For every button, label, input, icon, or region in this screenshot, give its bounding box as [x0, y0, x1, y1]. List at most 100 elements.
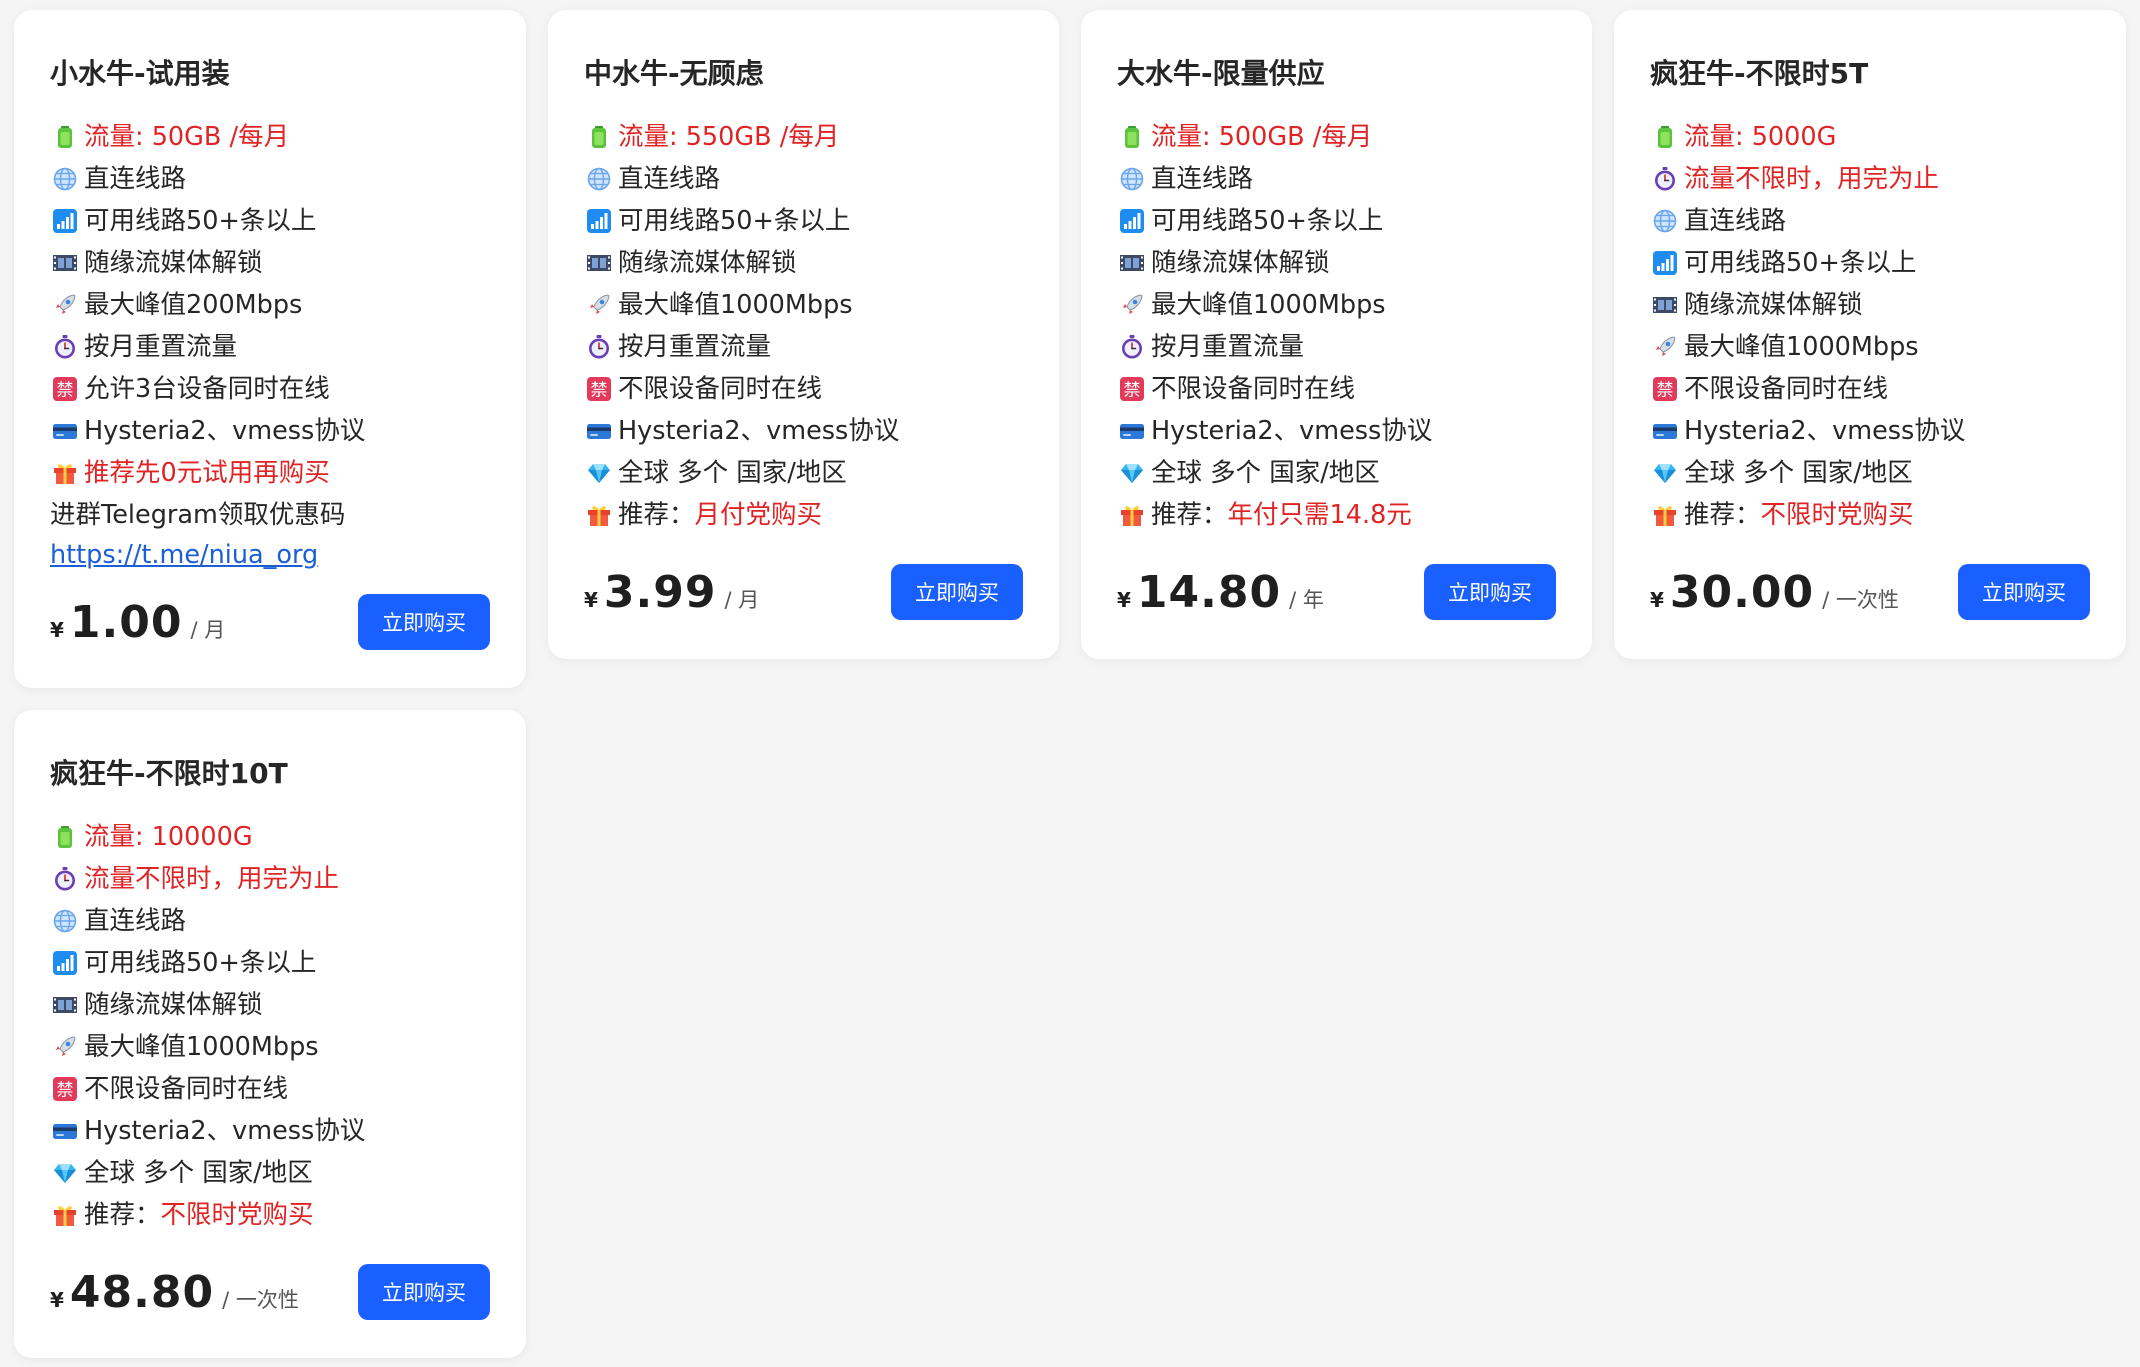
- feature-text: 最大峰值1000Mbps: [618, 284, 853, 326]
- feature-text: 直连线路: [1684, 200, 1786, 242]
- gift-icon: [1650, 500, 1680, 530]
- buy-now-button[interactable]: 立即购买: [358, 1264, 490, 1320]
- plan-card-4: 疯狂牛-不限时5T 流量: 5000G 流量不限时，用完为止 直连线路 可用线路50+…: [1614, 10, 2126, 659]
- plan-card-5: 疯狂牛-不限时10T 流量: 10000G 流量不限时，用完为止 直连线路 可用线路5…: [14, 710, 526, 1358]
- feature-label: 随缘流媒体解锁: [618, 248, 797, 278]
- feature-label: 最大峰值1000Mbps: [84, 1032, 319, 1062]
- battery-icon: [50, 822, 80, 852]
- feature-text: 流量: 500GB /每月: [1151, 116, 1372, 158]
- feature-label: 最大峰值1000Mbps: [1151, 290, 1386, 320]
- film-icon: [50, 990, 80, 1020]
- feature-text: 按月重置流量: [84, 326, 237, 368]
- feature-label: 流量: 550GB /每月: [618, 122, 840, 152]
- stopwatch-icon: [1650, 164, 1680, 194]
- feature-item: 按月重置流量: [50, 326, 490, 368]
- stopwatch-icon: [584, 332, 614, 362]
- feature-text: 随缘流媒体解锁: [1151, 242, 1330, 284]
- feature-label: 全球 多个 国家/地区: [1684, 458, 1913, 488]
- feature-item: 随缘流媒体解锁: [1117, 242, 1556, 284]
- price-period: / 年: [1289, 587, 1324, 612]
- feature-label: 推荐：: [1151, 500, 1228, 530]
- feature-item: 按月重置流量: [1117, 326, 1556, 368]
- svg-text:禁: 禁: [57, 1081, 74, 1101]
- plan-title: 中水牛-无顾虑: [584, 57, 764, 90]
- feature-text: 推荐先0元试用再购买: [84, 452, 330, 494]
- feature-item: 最大峰值1000Mbps: [1650, 326, 2090, 368]
- feature-text: 可用线路50+条以上: [618, 200, 850, 242]
- stopwatch-icon: [1117, 332, 1147, 362]
- recommendation-highlight: 不限时党购买: [1760, 500, 1914, 530]
- telegram-note: 进群Telegram领取优惠码: [50, 500, 346, 530]
- battery-icon: [1650, 122, 1680, 152]
- feature-label: 可用线路50+条以上: [1151, 206, 1384, 236]
- feature-item: 随缘流媒体解锁: [50, 242, 490, 284]
- gem-icon: [1117, 458, 1147, 488]
- buy-now-button[interactable]: 立即购买: [1958, 564, 2090, 620]
- rocket-icon: [1650, 332, 1680, 362]
- buy-now-button[interactable]: 立即购买: [1424, 564, 1556, 620]
- plan-card-3: 大水牛-限量供应 流量: 500GB /每月 直连线路 可用线路50+条以上 随缘流媒…: [1081, 10, 1592, 659]
- feature-item: 流量: 5000G: [1650, 116, 2090, 158]
- price-amount: 48.80: [69, 1266, 215, 1318]
- feature-text: 不限设备同时在线: [1684, 368, 1888, 410]
- signal-bars-icon: [50, 206, 80, 236]
- battery-icon: [1117, 122, 1147, 152]
- film-icon: [584, 248, 614, 278]
- feature-text: 直连线路: [84, 900, 186, 942]
- feature-label: 直连线路: [84, 164, 187, 194]
- feature-item: 最大峰值1000Mbps: [584, 284, 1023, 326]
- feature-text: 不限设备同时在线: [618, 368, 822, 410]
- feature-item: Hysteria2、vmess协议: [50, 410, 490, 452]
- feature-list: 流量: 5000G 流量不限时，用完为止 直连线路 可用线路50+条以上 随缘流媒体解锁…: [1650, 116, 2090, 536]
- feature-item: 可用线路50+条以上: [50, 942, 490, 984]
- credit-card-icon: [1117, 416, 1147, 446]
- feature-label: 随缘流媒体解锁: [84, 248, 263, 278]
- feature-item: 推荐：年付只需14.8元: [1117, 494, 1556, 536]
- price-period: / 月: [190, 617, 226, 642]
- feature-item: 推荐：不限时党购买: [1650, 494, 2090, 536]
- feature-label: 推荐：: [618, 500, 695, 530]
- feature-item: Hysteria2、vmess协议: [1650, 410, 2090, 452]
- feature-list: 流量: 50GB /每月 直连线路 可用线路50+条以上 随缘流媒体解锁 最大峰值200…: [50, 116, 490, 494]
- feature-text: 流量不限时，用完为止: [84, 858, 339, 900]
- feature-label: Hysteria2、vmess协议: [84, 416, 366, 446]
- svg-text:禁: 禁: [1124, 381, 1141, 401]
- feature-text: 不限设备同时在线: [1151, 368, 1355, 410]
- feature-text: 全球 多个 国家/地区: [1151, 452, 1380, 494]
- buy-now-button[interactable]: 立即购买: [358, 594, 490, 650]
- feature-label: 直连线路: [84, 906, 187, 936]
- feature-item: 流量不限时，用完为止: [1650, 158, 2090, 200]
- price-amount: 1.00: [69, 596, 183, 648]
- recommendation-highlight: 年付只需14.8元: [1227, 500, 1412, 530]
- price: ¥ 30.00 / 一次性: [1650, 567, 1899, 618]
- price-row: ¥ 30.00 / 一次性 立即购买: [1650, 562, 2090, 622]
- stopwatch-icon: [50, 332, 80, 362]
- price-row: ¥ 48.80 / 一次性 立即购买: [50, 1262, 490, 1322]
- gem-icon: [1650, 458, 1680, 488]
- price-period: / 月: [724, 587, 760, 612]
- feature-label: 不限设备同时在线: [618, 374, 823, 404]
- svg-text:禁: 禁: [57, 381, 74, 401]
- telegram-link[interactable]: https://t.me/niua_org: [50, 536, 490, 574]
- feature-text: Hysteria2、vmess协议: [1684, 410, 1965, 452]
- currency-symbol: ¥: [1650, 587, 1664, 612]
- currency-symbol: ¥: [50, 1287, 64, 1312]
- feature-label: 流量不限时，用完为止: [84, 864, 340, 894]
- feature-text: 可用线路50+条以上: [84, 200, 316, 242]
- credit-card-icon: [50, 416, 80, 446]
- stopwatch-icon: [50, 864, 80, 894]
- gift-icon: [50, 1200, 80, 1230]
- buy-now-button[interactable]: 立即购买: [891, 564, 1023, 620]
- plan-title: 疯狂牛-不限时10T: [50, 757, 288, 790]
- feature-text: 最大峰值1000Mbps: [1151, 284, 1386, 326]
- feature-text: 按月重置流量: [1151, 326, 1304, 368]
- feature-text: 随缘流媒体解锁: [1684, 284, 1863, 326]
- feature-label: 流量: 50GB /每月: [84, 122, 290, 152]
- film-icon: [50, 248, 80, 278]
- feature-label: 流量: 500GB /每月: [1151, 122, 1373, 152]
- prohibited-sign-icon: 禁: [1650, 374, 1680, 404]
- feature-label: 推荐先0元试用再购买: [84, 458, 330, 488]
- battery-icon: [584, 122, 614, 152]
- feature-item: 禁不限设备同时在线: [584, 368, 1023, 410]
- feature-text: 不限设备同时在线: [84, 1068, 288, 1110]
